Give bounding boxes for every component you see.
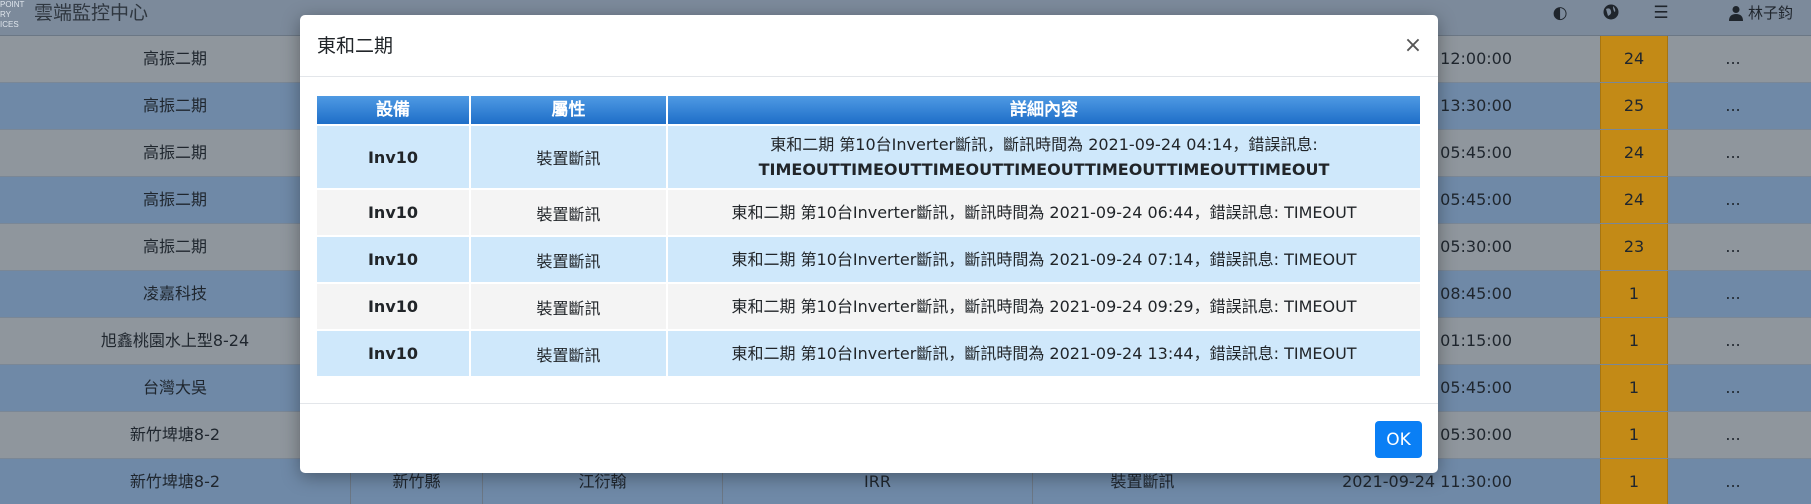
detail-modal: 東和二期 × 設備 屬性 詳細內容 Inv10 裝置斷訊 東和二期 第10台In… xyxy=(300,15,1438,473)
menu-icon[interactable]: ☰ xyxy=(1651,3,1671,23)
attribute-cell: 裝置斷訊 xyxy=(471,190,668,235)
device-cell: Inv10 xyxy=(317,331,471,376)
company-logo: POINT RY ICES xyxy=(0,0,25,29)
modal-title: 東和二期 xyxy=(317,35,394,57)
app-title: 雲端監控中心 xyxy=(34,2,149,24)
site-cell: 高振二期 xyxy=(142,96,207,115)
more-link[interactable]: ... xyxy=(1668,83,1798,129)
detail-cell: 東和二期 第10台Inverter斷訊，斷訊時間為 2021-09-24 09:… xyxy=(668,284,1420,329)
table-row: Inv10 裝置斷訊 東和二期 第10台Inverter斷訊，斷訊時間為 202… xyxy=(317,331,1420,376)
table-row: Inv10 裝置斷訊 東和二期 第10台Inverter斷訊，斷訊時間為 202… xyxy=(317,237,1420,282)
site-cell: 凌嘉科技 xyxy=(142,284,207,303)
count-cell[interactable]: 24 xyxy=(1600,177,1668,223)
site-cell: 旭鑫桃園水上型8-24 xyxy=(100,331,250,350)
detail-line: 東和二期 第10台Inverter斷訊，斷訊時間為 2021-09-24 06:… xyxy=(731,203,1357,222)
contrast-icon[interactable]: ◐ xyxy=(1550,3,1570,23)
table-row: Inv10 裝置斷訊 東和二期 第10台Inverter斷訊，斷訊時間為 202… xyxy=(317,284,1420,329)
site-cell: 新竹埤塘8-2 xyxy=(129,425,221,444)
count-cell[interactable]: 24 xyxy=(1600,130,1668,176)
detail-line: 東和二期 第10台Inverter斷訊，斷訊時間為 2021-09-24 07:… xyxy=(731,250,1357,269)
count-cell[interactable]: 23 xyxy=(1600,224,1668,270)
ok-button[interactable]: OK xyxy=(1375,421,1422,458)
modal-footer: OK xyxy=(300,403,1438,473)
detail-line: 東和二期 第10台Inverter斷訊，斷訊時間為 2021-09-24 04:… xyxy=(770,135,1318,154)
site-cell: 高振二期 xyxy=(142,49,207,68)
more-link[interactable]: ... xyxy=(1668,177,1798,223)
user-icon xyxy=(1729,6,1743,21)
more-link[interactable]: ... xyxy=(1668,318,1798,364)
count-cell[interactable]: 1 xyxy=(1600,412,1668,458)
attribute-cell: 裝置斷訊 xyxy=(471,237,668,282)
attribute-cell: 裝置斷訊 xyxy=(471,284,668,329)
modal-header: 東和二期 × xyxy=(300,15,1438,77)
count-cell[interactable]: 1 xyxy=(1600,318,1668,364)
device-cell: Inv10 xyxy=(317,237,471,282)
column-header-detail[interactable]: 詳細內容 xyxy=(668,96,1420,124)
count-cell[interactable]: 25 xyxy=(1600,83,1668,129)
table-row: Inv10 裝置斷訊 東和二期 第10台Inverter斷訊，斷訊時間為 202… xyxy=(317,126,1420,188)
attribute-cell: 裝置斷訊 xyxy=(471,126,668,188)
attribute-cell: 裝置斷訊 xyxy=(471,331,668,376)
table-row: Inv10 裝置斷訊 東和二期 第10台Inverter斷訊，斷訊時間為 202… xyxy=(317,190,1420,235)
detail-line: 東和二期 第10台Inverter斷訊，斷訊時間為 2021-09-24 13:… xyxy=(731,344,1357,363)
detail-cell: 東和二期 第10台Inverter斷訊，斷訊時間為 2021-09-24 06:… xyxy=(668,190,1420,235)
detail-cell: 東和二期 第10台Inverter斷訊，斷訊時間為 2021-09-24 04:… xyxy=(668,126,1420,188)
more-link[interactable]: ... xyxy=(1668,365,1798,411)
site-cell: 高振二期 xyxy=(142,237,207,256)
detail-cell: 東和二期 第10台Inverter斷訊，斷訊時間為 2021-09-24 13:… xyxy=(668,331,1420,376)
globe-icon-graphic xyxy=(1603,4,1619,20)
count-cell[interactable]: 24 xyxy=(1600,36,1668,82)
device-cell: Inv10 xyxy=(317,126,471,188)
site-cell: 高振二期 xyxy=(142,143,207,162)
user-name: 林子鈞 xyxy=(1748,4,1794,22)
detail-line: 東和二期 第10台Inverter斷訊，斷訊時間為 2021-09-24 09:… xyxy=(731,297,1357,316)
site-cell: 高振二期 xyxy=(142,190,207,209)
device-cell: Inv10 xyxy=(317,190,471,235)
more-link[interactable]: ... xyxy=(1668,459,1798,504)
more-link[interactable]: ... xyxy=(1668,271,1798,317)
more-link[interactable]: ... xyxy=(1668,224,1798,270)
user-menu[interactable]: 林子鈞 xyxy=(1728,3,1793,23)
close-button[interactable]: × xyxy=(1400,33,1426,59)
detail-line: TIMEOUTTIMEOUTTIMEOUTTIMEOUTTIMEOUTTIMEO… xyxy=(758,160,1330,179)
more-link[interactable]: ... xyxy=(1668,412,1798,458)
more-link[interactable]: ... xyxy=(1668,130,1798,176)
count-cell[interactable]: 1 xyxy=(1600,365,1668,411)
globe-icon[interactable] xyxy=(1601,3,1621,23)
table-header-row: 設備 屬性 詳細內容 xyxy=(317,96,1420,124)
site-cell: 台灣大吳 xyxy=(142,378,207,397)
device-cell: Inv10 xyxy=(317,284,471,329)
column-header-attribute[interactable]: 屬性 xyxy=(471,96,668,124)
column-header-device[interactable]: 設備 xyxy=(317,96,471,124)
site-cell: 新竹埤塘8-2 xyxy=(129,472,221,491)
more-link[interactable]: ... xyxy=(1668,36,1798,82)
count-cell[interactable]: 1 xyxy=(1600,459,1668,504)
detail-cell: 東和二期 第10台Inverter斷訊，斷訊時間為 2021-09-24 07:… xyxy=(668,237,1420,282)
count-cell[interactable]: 1 xyxy=(1600,271,1668,317)
